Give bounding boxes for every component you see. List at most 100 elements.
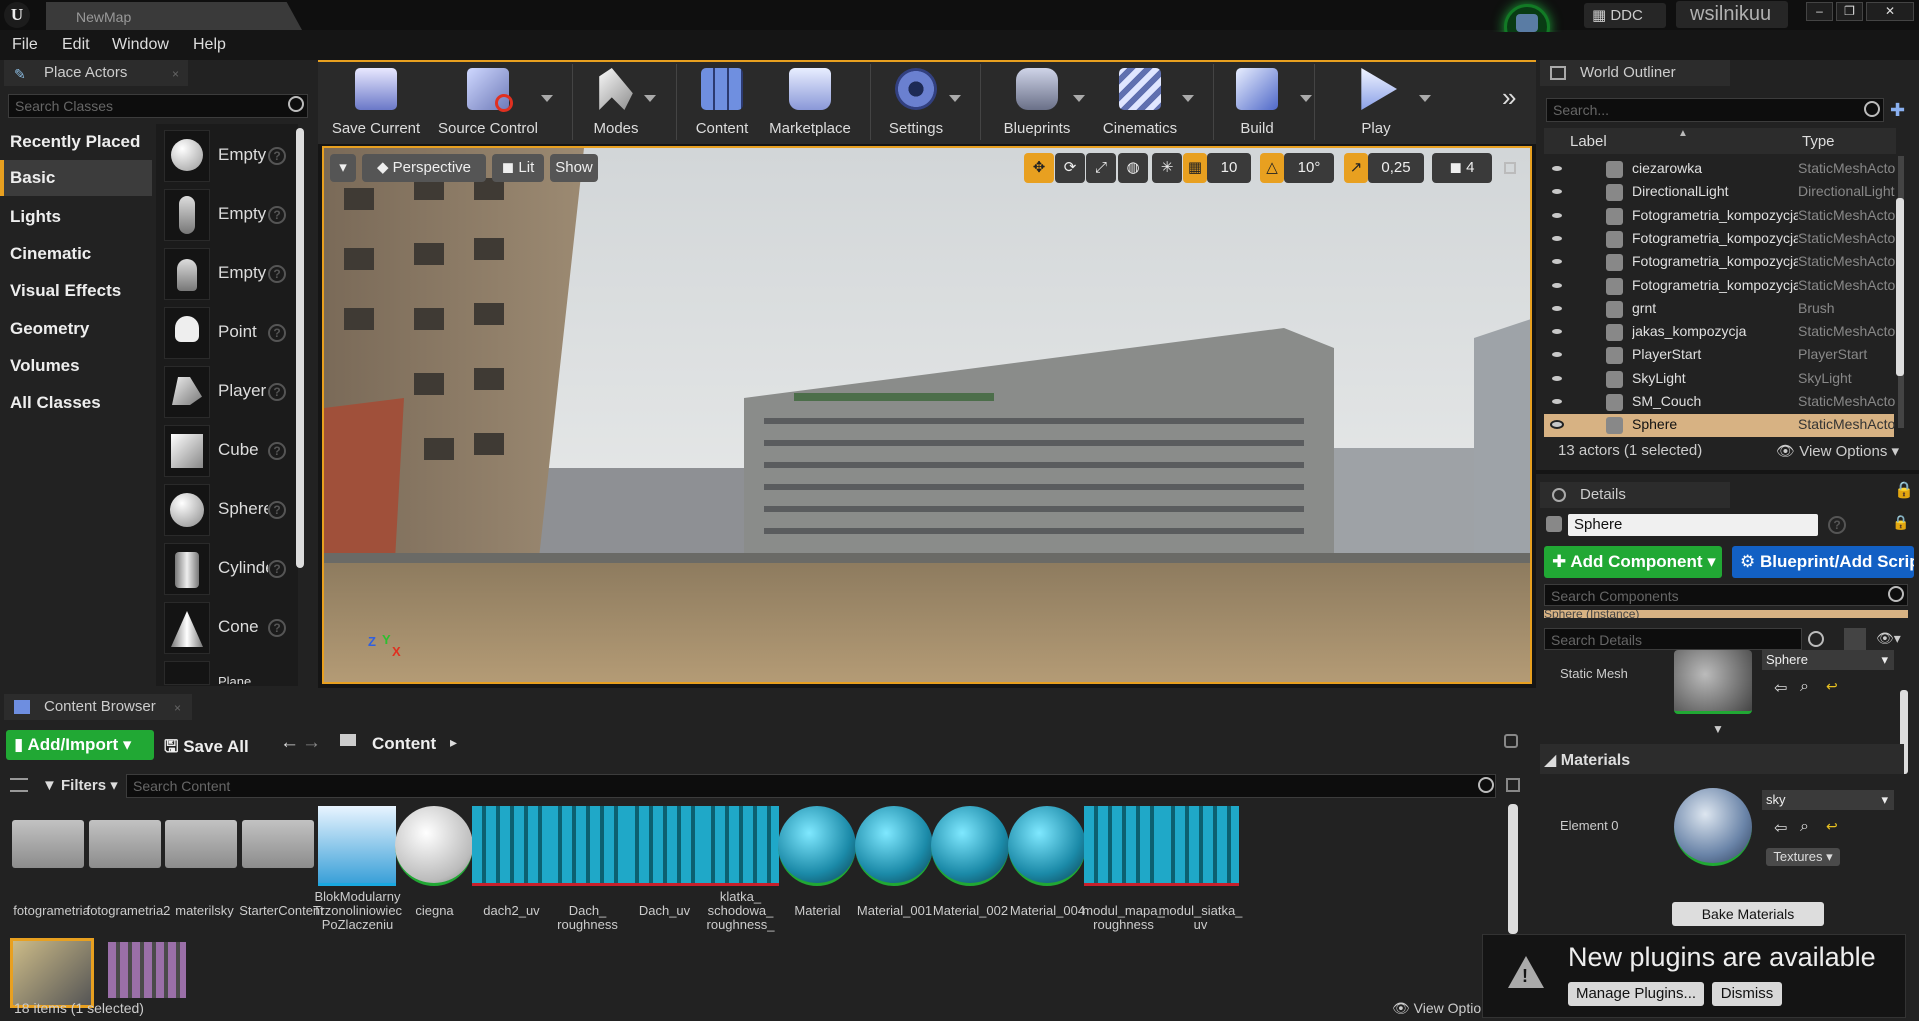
world-local-icon[interactable]: ◍ — [1118, 153, 1148, 183]
use-selected-arrow-icon[interactable]: ⇦ — [1774, 818, 1787, 838]
content-browser-tab[interactable]: Content Browser — [4, 694, 192, 720]
cinematics-caret-icon[interactable] — [1182, 95, 1194, 102]
asset-thumbnail[interactable] — [931, 806, 1009, 886]
dismiss-button[interactable]: Dismiss — [1712, 982, 1782, 1006]
source-control-caret-icon[interactable] — [541, 95, 553, 102]
folder-icon[interactable] — [242, 820, 314, 868]
component-list-item[interactable]: Sphere (Instance) — [1544, 610, 1908, 618]
toolbar-overflow-icon[interactable]: » — [1502, 82, 1516, 113]
cone-icon[interactable] — [164, 602, 210, 654]
blueprint-add-script-button[interactable]: ⚙ Blueprint/Add Script — [1732, 546, 1914, 578]
scale-tool-icon[interactable]: ⤢ — [1086, 153, 1116, 183]
actor-label[interactable]: Cube — [218, 440, 268, 460]
textures-dropdown[interactable]: Textures ▾ — [1766, 848, 1840, 866]
asset-thumbnail[interactable] — [1161, 806, 1239, 886]
asset-thumbnail[interactable] — [318, 806, 396, 886]
cylinder-icon[interactable] — [164, 543, 210, 595]
help-icon[interactable]: ? — [268, 383, 286, 401]
menu-window[interactable]: Window — [112, 36, 169, 54]
ddc-button[interactable]: ▦ DDC — [1584, 3, 1666, 28]
build-caret-icon[interactable] — [1300, 95, 1312, 102]
grid-snap-value[interactable]: 10 — [1207, 153, 1251, 183]
category-all-classes[interactable]: All Classes — [0, 385, 154, 421]
folder-icon[interactable] — [165, 820, 237, 868]
category-visual-effects[interactable]: Visual Effects — [0, 273, 154, 309]
outliner-view-options[interactable]: 👁 View Options ▾ — [1776, 442, 1899, 460]
help-icon[interactable]: ? — [1828, 516, 1846, 534]
reset-icon[interactable]: ↩ — [1826, 678, 1838, 695]
column-type[interactable]: Type — [1802, 133, 1835, 150]
content-browser-tab-close-icon[interactable]: × — [174, 701, 181, 715]
expand-caret-icon[interactable]: ▼ — [1712, 722, 1724, 736]
grid-snap-icon[interactable]: ▦ — [1183, 153, 1207, 183]
source-control-button[interactable]: Source Control — [430, 68, 546, 142]
actor-label[interactable]: Player — [218, 381, 268, 401]
minimize-button[interactable]: – — [1806, 2, 1833, 21]
asset-thumbnail[interactable] — [701, 806, 779, 886]
plane-icon[interactable] — [164, 661, 210, 685]
forward-arrow-icon[interactable]: → — [302, 732, 321, 754]
sphere-icon[interactable] — [164, 484, 210, 536]
settings-button[interactable]: Settings — [880, 68, 952, 142]
folder-icon[interactable] — [12, 820, 84, 868]
help-icon[interactable]: ? — [268, 206, 286, 224]
menu-edit[interactable]: Edit — [62, 36, 90, 54]
actor-list-scrollbar[interactable] — [296, 128, 304, 568]
empty-actor-icon[interactable] — [164, 130, 210, 182]
user-name-badge[interactable]: wsilnikuu — [1676, 1, 1788, 28]
rotate-tool-icon[interactable]: ⟳ — [1055, 153, 1085, 183]
category-volumes[interactable]: Volumes — [0, 348, 154, 384]
browse-icon[interactable]: ⌕ — [1800, 678, 1809, 696]
column-label[interactable]: Label — [1570, 133, 1607, 150]
place-actors-tab[interactable]: Place Actors — [4, 60, 188, 86]
static-mesh-dropdown[interactable]: Sphere ▾ — [1762, 650, 1894, 670]
search-classes-input[interactable]: Search Classes — [8, 94, 308, 118]
asset-scrollbar[interactable] — [1508, 804, 1518, 934]
help-icon[interactable]: ? — [268, 442, 286, 460]
category-cinematic[interactable]: Cinematic — [0, 236, 154, 272]
visibility-eye-icon[interactable] — [1550, 397, 1564, 406]
close-button[interactable]: ✕ — [1866, 2, 1914, 21]
save-all-button[interactable]: 🖫 Save All — [164, 734, 249, 763]
category-geometry[interactable]: Geometry — [0, 311, 154, 347]
perspective-dropdown[interactable]: ◆ Perspective — [362, 154, 486, 182]
search-components-input[interactable]: Search Components — [1544, 584, 1908, 606]
asset-thumbnail[interactable] — [548, 806, 626, 886]
visibility-eye-icon[interactable] — [1550, 303, 1564, 313]
material-thumbnail[interactable] — [1674, 788, 1752, 866]
browse-icon[interactable]: ⌕ — [1800, 818, 1809, 836]
asset-thumbnail[interactable] — [108, 942, 186, 998]
bake-materials-button[interactable]: Bake Materials — [1672, 902, 1824, 926]
static-mesh-thumbnail[interactable] — [1674, 650, 1752, 714]
outliner-scrollbar-thumb[interactable] — [1896, 198, 1904, 376]
settings-caret-icon[interactable] — [949, 95, 961, 102]
content-view-options[interactable]: 👁 View Options — [1392, 1000, 1492, 1017]
category-recently-placed[interactable]: Recently Placed — [0, 124, 154, 160]
reset-icon[interactable]: ↩ — [1826, 818, 1838, 835]
lit-dropdown[interactable]: ◼ Lit — [492, 154, 544, 182]
use-selected-arrow-icon[interactable]: ⇦ — [1774, 678, 1787, 698]
outliner-search-input[interactable]: Search... — [1546, 98, 1884, 122]
marketplace-button[interactable]: Marketplace — [762, 68, 858, 142]
visibility-eye-icon[interactable] — [1550, 164, 1564, 173]
play-caret-icon[interactable] — [1419, 95, 1431, 102]
translate-tool-icon[interactable]: ✥ — [1024, 153, 1054, 183]
empty-pawn-icon[interactable] — [164, 248, 210, 300]
blueprints-caret-icon[interactable] — [1073, 95, 1085, 102]
menu-help[interactable]: Help — [193, 36, 226, 54]
scale-snap-value[interactable]: 0,25 — [1368, 153, 1424, 183]
scale-snap-icon[interactable]: ↗ — [1344, 153, 1368, 183]
help-icon[interactable]: ? — [268, 619, 286, 637]
filters-dropdown[interactable]: ▼ Filters ▾ — [42, 776, 118, 794]
search-content-input[interactable]: Search Content — [126, 774, 1496, 798]
asset-thumbnail[interactable] — [1008, 806, 1086, 886]
blueprints-button[interactable]: Blueprints — [994, 68, 1080, 142]
asset-thumbnail[interactable] — [1084, 806, 1162, 886]
search-details-input[interactable]: Search Details — [1544, 628, 1802, 650]
modes-button[interactable]: Modes — [580, 68, 652, 142]
property-matrix-icon[interactable] — [1844, 628, 1866, 650]
menu-file[interactable]: File — [12, 36, 38, 54]
save-current-button[interactable]: Save Current — [328, 68, 424, 142]
visibility-eye-icon[interactable] — [1550, 280, 1564, 290]
actor-label[interactable]: Empty — [218, 263, 268, 283]
